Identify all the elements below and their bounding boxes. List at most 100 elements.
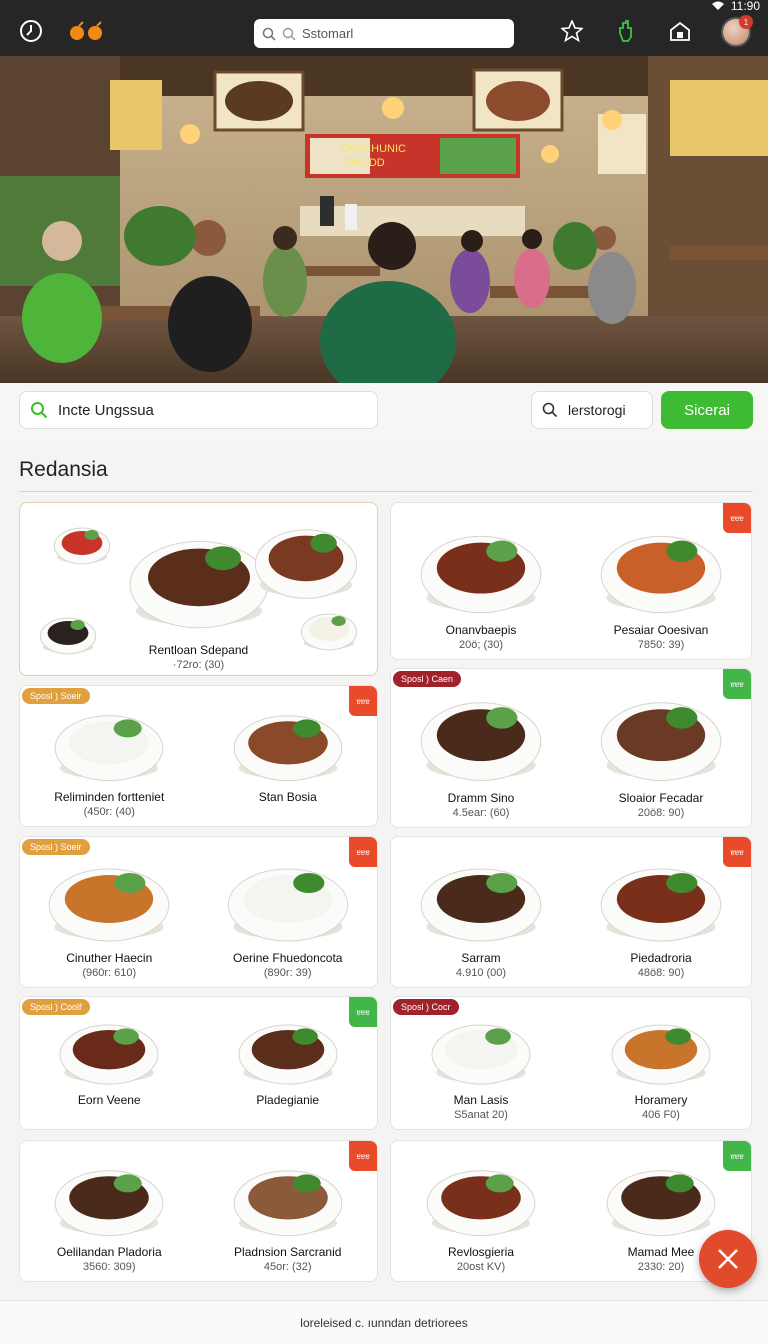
wifi-icon	[711, 1, 724, 10]
hand-icon[interactable]	[613, 18, 639, 44]
item-price: 45or: (32)	[263, 1261, 312, 1273]
item-price: ·72ro: (30)	[172, 659, 225, 671]
item-name: Oelilandan Pladoria	[56, 1245, 162, 1259]
item-price: 20ö8: 90)	[637, 807, 685, 819]
promo-badge: Sposl ) Coolf	[22, 999, 90, 1015]
item-name: Cinuther Haecin	[66, 951, 153, 965]
menu-card[interactable]: Sarram 4.910 (00) Piedadroria 48ö8: 90) ɐɐɐ	[390, 836, 752, 988]
menu-card[interactable]: Dramm Sino 4.5ear: (60) Sloaior Fecadar 20ö…	[390, 668, 752, 828]
search-icon	[542, 402, 558, 418]
item-name: Pladegianie	[256, 1093, 320, 1107]
section-divider	[19, 491, 753, 492]
item-price: 3560: 309)	[82, 1261, 136, 1273]
hero-restaurant-image: ENUCHUNIC OKCDD	[0, 56, 768, 383]
star-icon[interactable]	[559, 18, 585, 44]
item-name: Sloaior Fecadar	[618, 791, 704, 805]
dish-image	[54, 1170, 164, 1237]
clock-icon[interactable]	[18, 18, 44, 44]
dish-image	[54, 715, 164, 782]
menu-card[interactable]: Reliminden fortteniet (450r: (40) Stan Bos…	[19, 685, 378, 827]
search-button[interactable]: Sicerai	[661, 391, 753, 429]
location-input[interactable]: Incte Ungssua	[19, 391, 378, 429]
dish-image	[233, 715, 343, 782]
dish-image	[420, 535, 542, 614]
query-input[interactable]: lerstorogi	[531, 391, 653, 429]
menu-item[interactable]: Eorn Veene	[20, 997, 199, 1129]
status-time: 11:90	[730, 0, 760, 13]
dish-image	[420, 868, 542, 942]
item-name: Eorn Veene	[77, 1093, 141, 1107]
item-name: Reliminden fortteniet	[54, 790, 165, 804]
corner-tag: ɐɐɐ	[349, 837, 377, 867]
item-name: Onanvbaepis	[445, 623, 517, 637]
status-bar: 11:90	[711, 0, 760, 13]
item-price: (890r: 39)	[263, 967, 312, 979]
avatar[interactable]: 1	[721, 15, 753, 47]
search-icon	[31, 402, 48, 419]
menu-card[interactable]: Cinuther Haecin (960r: 610) Oerine Fhuedon…	[19, 836, 378, 988]
menu-item[interactable]: Onanvbaepis 20ö; (30)	[391, 503, 571, 659]
item-price: 48ö8: 90)	[637, 967, 685, 979]
dish-image	[53, 527, 111, 565]
menu-card[interactable]: Man Lasis S5anat 20) Horamery 406 F0) Sposl …	[390, 996, 752, 1130]
menu-item[interactable]: Man Lasis S5anat 20)	[391, 997, 571, 1129]
menu-card[interactable]: Rentloan Sdepand ·72ro: (30)	[19, 502, 378, 676]
top-bar: 11:90 Sstomarl 1	[0, 0, 768, 56]
item-price: S5anat 20)	[454, 1109, 508, 1121]
dish-image	[611, 1024, 711, 1085]
item-name: Pladnsion Sarcranid	[234, 1245, 342, 1259]
corner-tag: ɐɐɐ	[723, 837, 751, 867]
dish-image	[431, 1024, 531, 1085]
header-search-input[interactable]: Sstomarl	[254, 19, 514, 48]
dish-image	[59, 1024, 159, 1085]
item-price: 7850: 39)	[637, 639, 685, 651]
dish-image	[238, 1024, 338, 1085]
menu-item[interactable]: Sarram 4.910 (00)	[391, 837, 571, 987]
item-price: 4.910 (00)	[455, 967, 507, 979]
dish-image	[227, 868, 349, 942]
item-name: Dramm Sino	[447, 791, 515, 805]
menu-card[interactable]: Oelilandan Pladoria 3560: 309) Pladnsion S…	[19, 1140, 378, 1282]
item-name: Man Lasis	[453, 1093, 509, 1107]
dish-image	[600, 702, 722, 782]
corner-tag: ɐɐɐ	[723, 1141, 751, 1171]
dish-image	[426, 1170, 536, 1237]
search-icon	[282, 27, 296, 40]
fruit-logo-icon[interactable]	[64, 18, 110, 44]
search-row: Incte Ungssua lerstorogi Sicerai	[0, 383, 768, 440]
dish-image	[233, 1170, 343, 1237]
footer: loreleised c. ıunndan detriorees	[0, 1300, 768, 1344]
header-search-value: Sstomarl	[302, 26, 354, 41]
menu-item[interactable]: Horamery 406 F0)	[571, 997, 751, 1129]
query-input-value: lerstorogi	[568, 402, 626, 418]
item-name: Horamery	[634, 1093, 688, 1107]
item-price: (450r: (40)	[83, 806, 135, 818]
menu-item[interactable]: Dramm Sino 4.5ear: (60)	[391, 669, 571, 827]
item-name: Pesaiar Ooesivan	[613, 623, 709, 637]
corner-tag: ɐɐɐ	[723, 669, 751, 699]
close-icon	[718, 1249, 738, 1269]
promo-badge: Sposl ) Cocr	[393, 999, 459, 1015]
item-price: 20ö; (30)	[458, 639, 504, 651]
dish-image	[600, 535, 722, 614]
location-input-value: Incte Ungssua	[58, 401, 154, 419]
menu-item[interactable]: Oelilandan Pladoria 3560: 309)	[20, 1141, 199, 1281]
item-name: Sarram	[461, 951, 501, 965]
close-fab-button[interactable]	[699, 1230, 757, 1288]
menu-item[interactable]: Reliminden fortteniet (450r: (40)	[20, 686, 199, 826]
item-name: Rentloan Sdepand	[148, 643, 249, 657]
corner-tag: ɐɐɐ	[723, 503, 751, 533]
item-name: Revlosgieria	[447, 1245, 515, 1259]
item-price: 20ost KV)	[456, 1261, 506, 1273]
menu-item[interactable]: Cinuther Haecin (960r: 610)	[20, 837, 199, 987]
home-icon[interactable]	[667, 18, 693, 44]
dish-image	[600, 868, 722, 942]
item-name: Oerine Fhuedoncota	[233, 951, 343, 965]
item-price: 4.5ear: (60)	[452, 807, 510, 819]
menu-card[interactable]: Eorn Veene Pladegianie Sposl ) Coolf ɐɐɐ	[19, 996, 378, 1130]
section-title: Redansia	[19, 458, 108, 481]
dish-image	[48, 868, 170, 942]
menu-item[interactable]: Revlosgieria 20ost KV)	[391, 1141, 571, 1281]
menu-card[interactable]: Revlosgieria 20ost KV) Mamad Mee 2330: 20) ɐ…	[390, 1140, 752, 1282]
menu-card[interactable]: Onanvbaepis 20ö; (30) Pesaiar Ooesivan 7850…	[390, 502, 752, 660]
